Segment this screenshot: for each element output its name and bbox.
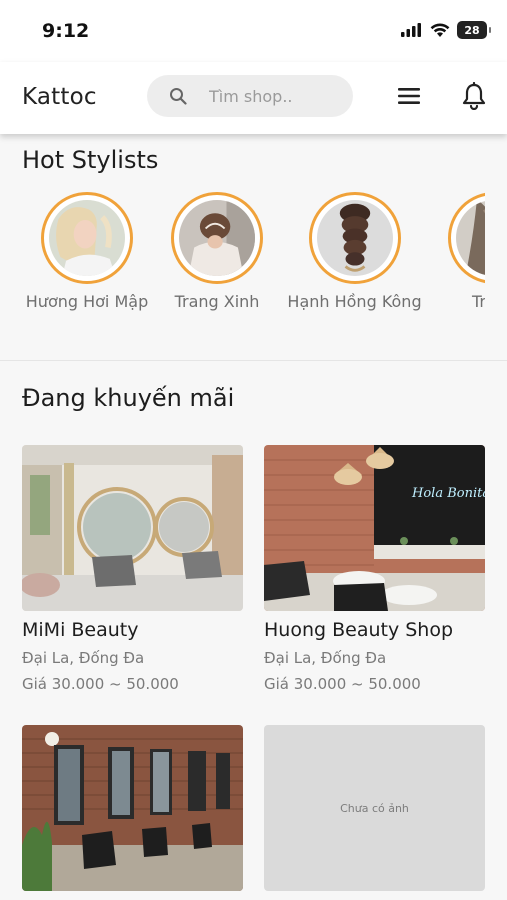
avatar-ring [448,192,485,284]
shop-price: Giá 30.000 ~ 50.000 [22,675,179,693]
bell-icon[interactable] [461,82,487,110]
shop-image: Hola Bonita [264,445,485,611]
stylist-name: Trang Xinh [174,292,260,311]
stylist-name: Trang [471,292,485,311]
stylist-name: Hương Hơi Mập [25,292,149,311]
avatar-ring [171,192,263,284]
shop-name: MiMi Beauty [22,619,139,641]
stylist-avatar [49,200,125,276]
shop-name: Huong Beauty Shop [264,619,454,641]
app-header: Kattoc [0,62,507,134]
app-logo[interactable]: Kattoc [22,84,97,110]
shop-address: Đại La, Đống Đa [22,649,145,667]
app-screen: 9:12 28 Kattoc Tìm shop.. Hot Stylists H… [0,0,507,900]
search-icon [170,88,187,105]
hot-stylists-title: Hot Stylists [22,146,159,174]
avatar-ring [41,192,133,284]
stylist-item[interactable]: Trang Xinh [167,192,267,311]
stylist-avatar [316,200,393,276]
shop-price: Giá 30.000 ~ 50.000 [264,675,421,693]
neon-sign-text: Hola Bonita [411,486,485,501]
shop-card[interactable]: Hola Bonita Huong Beauty Shop Đại La, Đố [264,445,485,693]
status-bar: 9:12 28 [0,0,507,62]
stylist-item[interactable]: Hạnh Hồng Kông [282,192,427,311]
shop-image [22,725,243,891]
stylist-name: Hạnh Hồng Kông [287,292,422,311]
shop-card[interactable]: MiMi Beauty Đại La, Đống Đa Giá 30.000 ~… [22,445,243,693]
shop-image [22,445,243,611]
shop-card[interactable] [22,725,243,899]
menu-icon[interactable] [397,85,421,107]
stylist-avatar [456,200,485,276]
stylist-avatar [179,200,255,276]
shop-address: Đại La, Đống Đa [264,649,387,667]
hot-stylists-list[interactable]: Hương Hơi Mập Trang Xinh Hạnh Hồng Kông … [0,192,485,332]
search-box[interactable] [147,75,353,117]
avatar-ring [308,192,401,284]
battery-indicator: 28 [457,21,491,39]
no-image-text: Chưa có ảnh [340,801,409,815]
shop-card[interactable]: Chưa có ảnh [264,725,485,899]
status-icons: 28 [401,21,491,39]
status-time: 9:12 [42,20,90,42]
no-image-placeholder: Chưa có ảnh [264,725,485,891]
cellular-signal-icon [401,23,421,37]
main-content: Hot Stylists Hương Hơi Mập Trang Xinh Hạ… [0,134,507,900]
wifi-icon [430,22,450,37]
search-input[interactable] [209,84,339,108]
section-divider [0,360,507,361]
promotions-title: Đang khuyến mãi [22,384,235,412]
stylist-item[interactable]: Hương Hơi Mập [22,192,152,311]
stylist-item[interactable]: Trang [444,192,485,311]
